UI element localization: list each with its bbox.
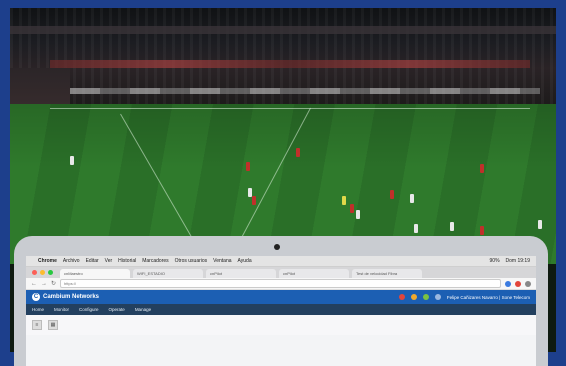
touchline [50,108,530,109]
back-icon[interactable]: ← [31,281,37,287]
menu-historial[interactable]: Historial [118,258,136,264]
pitch-line [234,107,311,250]
player [390,190,394,199]
grid-icon[interactable]: ▦ [48,320,58,330]
player [246,162,250,171]
user-account[interactable]: Felipe Cañizares Navarro | Sone Telecom [447,295,530,300]
menu-marcadores[interactable]: Marcadores [142,258,168,264]
alarm-badge-icon[interactable] [422,294,429,300]
forward-icon[interactable]: → [41,281,47,287]
nav-configure[interactable]: Configure [79,307,99,312]
player [414,224,418,233]
menu-icon[interactable] [525,280,531,287]
pitch-line [120,113,196,245]
player [450,222,454,231]
browser-tab[interactable]: cnMaestro [60,269,130,278]
alarm-badge-icon[interactable] [410,294,417,300]
stadium-roof [10,26,556,34]
nav-operate[interactable]: Operate [109,307,125,312]
browser-tab[interactable]: WIFI_ESTADIO [133,269,203,278]
laptop: Chrome Archivo Editar Ver Historial Marc… [14,236,548,366]
advertising-board-upper [50,60,530,68]
menu-archivo[interactable]: Archivo [63,258,80,264]
player [480,226,484,235]
player [252,196,256,205]
mac-menubar: Chrome Archivo Editar Ver Historial Marc… [26,256,536,267]
player [538,220,542,229]
menu-ventana[interactable]: Ventana [213,258,231,264]
laptop-screen: Chrome Archivo Editar Ver Historial Marc… [26,256,536,366]
close-window-icon[interactable] [32,270,37,275]
app-header: C Cambium Networks Felipe Cañizares Nava… [26,290,536,304]
alarm-badge-icon[interactable] [398,294,405,300]
player [70,156,74,165]
nav-manage[interactable]: Manage [135,307,151,312]
brand-name: Cambium Networks [43,294,100,300]
webcam [274,244,280,250]
player [342,196,346,205]
player [356,210,360,219]
nav-monitor[interactable]: Monitor [54,307,69,312]
menu-ayuda[interactable]: Ayuda [238,258,252,264]
reload-icon[interactable]: ↻ [51,280,56,287]
url-input[interactable]: https:// [60,279,501,288]
window-controls [32,270,53,275]
extension-icon[interactable] [505,280,511,287]
browser-tab[interactable]: cnPilot [206,269,276,278]
browser-tab[interactable]: cnPilot [279,269,349,278]
app-navigation: Home Monitor Configure Operate Manage [26,304,536,315]
player [296,148,300,157]
player [410,194,414,203]
notification-icon[interactable] [434,294,441,300]
player [480,164,484,173]
menu-ver[interactable]: Ver [105,258,113,264]
address-bar-row: ← → ↻ https:// [26,278,536,290]
maximize-window-icon[interactable] [48,270,53,275]
battery-status[interactable]: 90% [490,258,500,264]
cambium-logo-icon: C [32,293,40,301]
brand[interactable]: C Cambium Networks [32,293,99,301]
advertising-board-lower [70,88,540,94]
menu-otros-usuarios[interactable]: Otros usuarios [175,258,208,264]
menu-chrome[interactable]: Chrome [38,258,57,264]
minimize-window-icon[interactable] [40,270,45,275]
tree-toggle-icon[interactable]: ≡ [32,320,42,330]
browser-tabbar: cnMaestro WIFI_ESTADIO cnPilot cnPilot T… [26,267,536,278]
nav-home[interactable]: Home [32,307,44,312]
page-content: ≡ ▦ [26,315,536,335]
extension-icon[interactable] [515,280,521,287]
player [350,204,354,213]
menu-editar[interactable]: Editar [86,258,99,264]
clock[interactable]: Dom 19:19 [506,258,530,264]
browser-tab[interactable]: Test de velocidad Fibra [352,269,422,278]
